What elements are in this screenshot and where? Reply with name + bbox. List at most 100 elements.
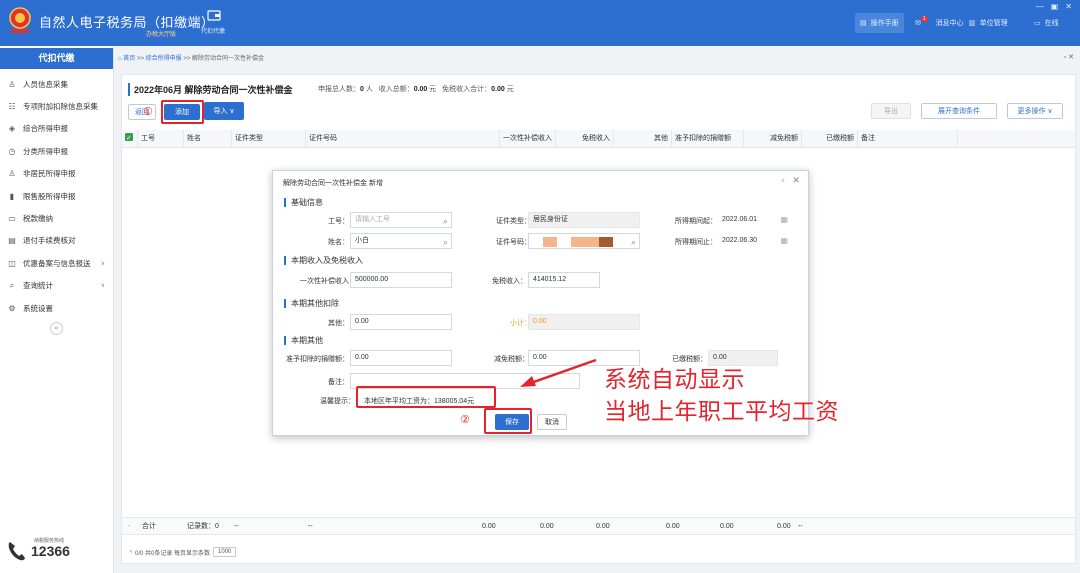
page-size-input[interactable]: 1000 bbox=[213, 547, 237, 557]
chevron-down-icon: ∨ bbox=[1047, 108, 1053, 115]
online-icon: ▭ bbox=[1034, 20, 1041, 27]
breadcrumb-home[interactable]: 首页 bbox=[123, 56, 135, 62]
table-header: 工号 姓名 证件类型 证件号码 一次性补偿收入 免税收入 其他 准予扣除的捐赠额… bbox=[122, 130, 1075, 148]
col-emp-no[interactable]: 工号 bbox=[138, 130, 184, 148]
maximize-button[interactable]: ▣ bbox=[1051, 2, 1059, 11]
other-input[interactable]: 0.00 bbox=[350, 314, 452, 330]
sidebar-item-comprehensive[interactable]: ◈ 综合所得申报 bbox=[0, 118, 113, 140]
sidebar-item-label: 税款缴纳 bbox=[23, 214, 53, 224]
subtotal-label: 小计： bbox=[510, 320, 531, 327]
close-button[interactable]: ✕ bbox=[1065, 2, 1072, 11]
sidebar-item-restricted-stock[interactable]: ▮ 限售股所得申报 bbox=[0, 185, 113, 207]
sidebar-item-person-info[interactable]: ♙ 人员信息采集 bbox=[0, 73, 113, 95]
period-start-value: 2022.06.01 bbox=[722, 216, 758, 223]
hotline-caption: 纳税服务热线 bbox=[34, 538, 65, 544]
sidebar-item-settings[interactable]: ⚙ 系统设置 bbox=[0, 297, 113, 319]
name-input[interactable]: 小白 ⌕ bbox=[350, 233, 452, 249]
period-start-label: 所得期间起： bbox=[675, 218, 717, 225]
withholding-toolbar-button[interactable]: 代扣代缴 bbox=[201, 8, 227, 44]
sidebar-item-special-deduction[interactable]: ☷ 专项附加扣除信息采集 bbox=[0, 95, 113, 117]
person-icon: ♙ bbox=[8, 79, 16, 89]
cancel-button[interactable]: 取消 bbox=[537, 414, 567, 430]
manual-button[interactable]: ▤ 操作手册 bbox=[855, 13, 904, 33]
section-other: 本期其他 bbox=[284, 336, 323, 345]
summary-unit: 元 bbox=[429, 86, 437, 93]
col-taxfree[interactable]: 免税收入 bbox=[556, 130, 614, 148]
sidebar-item-preferential[interactable]: ◫ 优惠备案与信息报送 ∨ bbox=[0, 252, 113, 274]
more-actions-button[interactable]: 更多操作 ∨ bbox=[1007, 103, 1063, 119]
page-title: 2022年06月 解除劳动合同一次性补偿金 bbox=[128, 83, 293, 96]
sidebar-collapse-button[interactable]: « bbox=[50, 322, 63, 336]
more-label: 更多操作 bbox=[1017, 108, 1046, 115]
col-severance[interactable]: 一次性补偿收入 bbox=[500, 130, 556, 148]
import-button[interactable]: 导入 ∨ bbox=[204, 102, 244, 120]
hotline: 纳税服务热线 12366 bbox=[6, 538, 70, 563]
col-donation[interactable]: 准予扣除的捐赠额 bbox=[672, 130, 744, 148]
home-icon: ⌂ bbox=[118, 56, 122, 62]
emp-no-input[interactable]: 请输入工号 ⌕ bbox=[350, 212, 452, 228]
step-one-marker: ① bbox=[143, 106, 153, 118]
expand-query-button[interactable]: 展开查询条件 bbox=[921, 103, 997, 119]
user-icon: ♙ bbox=[8, 169, 16, 179]
title-bar: 自然人电子税务局（扣缴端） 办税大厅版 代扣代缴 ▤ 操作手册 ✉ 1 消息中心 … bbox=[0, 0, 1080, 46]
severance-input[interactable]: 500000.00 bbox=[350, 272, 452, 288]
search-icon[interactable]: ⌕ bbox=[443, 214, 448, 228]
unit-management-button[interactable]: ▥ 单位管理 bbox=[969, 13, 1008, 33]
app-title: 自然人电子税务局（扣缴端） bbox=[39, 15, 215, 30]
search-icon[interactable]: ⌕ bbox=[631, 235, 636, 249]
footer-sum-paid: 0.00 bbox=[777, 523, 791, 530]
list-icon: ☷ bbox=[8, 102, 16, 112]
sidebar-item-refund-fee[interactable]: ▤ 退付手续费核对 bbox=[0, 230, 113, 252]
col-name[interactable]: 姓名 bbox=[184, 130, 232, 148]
col-reduction[interactable]: 减免税额 bbox=[744, 130, 802, 148]
section-basic-info: 基础信息 bbox=[284, 198, 323, 207]
donation-input[interactable]: 0.00 bbox=[350, 350, 452, 366]
sidebar-item-classified[interactable]: ◷ 分类所得申报 bbox=[0, 140, 113, 162]
sidebar-item-label: 综合所得申报 bbox=[23, 124, 68, 134]
footer-sum-other: 0.00 bbox=[596, 523, 610, 530]
col-remark[interactable]: 备注 bbox=[858, 130, 958, 148]
building-icon: ▥ bbox=[969, 20, 976, 27]
taxfree-input[interactable]: 414015.12 bbox=[528, 272, 600, 288]
donation-label: 准予扣除的捐赠额： bbox=[286, 356, 349, 363]
dialog-close-icon[interactable]: ✕ bbox=[792, 175, 800, 186]
breadcrumb: ⌂ 首页 >> 综合所得申报 >> 解除劳动合同一次性补偿金 bbox=[118, 53, 264, 62]
section-other-deduction: 本期其他扣除 bbox=[284, 299, 339, 308]
tip-highlight-box bbox=[356, 386, 496, 408]
sidebar-item-query[interactable]: ⌕ 查询统计 ∨ bbox=[0, 275, 113, 297]
summary-label: 免税收入合计： bbox=[442, 86, 492, 93]
footer-sum-donation: 0.00 bbox=[666, 523, 680, 530]
manual-icon: ▤ bbox=[860, 20, 867, 27]
calendar-icon: ▦ bbox=[780, 215, 788, 224]
online-status[interactable]: ▭ 在线 bbox=[1034, 13, 1059, 33]
col-paid[interactable]: 已缴税额 bbox=[802, 130, 858, 148]
add-highlight-box bbox=[161, 100, 204, 124]
search-icon[interactable]: ⌕ bbox=[443, 235, 448, 249]
app-subtitle: 办税大厅版 bbox=[146, 32, 177, 38]
tab-close-icon[interactable]: ▫ ✕ bbox=[1064, 53, 1074, 61]
message-center-button[interactable]: ✉ 1 消息中心 bbox=[915, 13, 964, 33]
col-id-type[interactable]: 证件类型 bbox=[232, 130, 306, 148]
select-all-checkbox[interactable] bbox=[122, 130, 138, 148]
breadcrumb-comprehensive[interactable]: 综合所得申报 bbox=[146, 56, 182, 62]
col-other[interactable]: 其他 bbox=[614, 130, 672, 148]
bar-chart-icon: ▮ bbox=[9, 191, 15, 201]
footer-sum-reduction: 0.00 bbox=[720, 523, 734, 530]
export-button[interactable]: 导出 bbox=[871, 103, 911, 119]
sidebar-item-nonresident[interactable]: ♙ 非居民所得申报 bbox=[0, 163, 113, 185]
taxfree-label: 免税收入： bbox=[492, 278, 527, 285]
pager-prev-icon[interactable]: ‹ bbox=[130, 549, 132, 555]
footer-sum-taxfree: 0.00 bbox=[540, 523, 554, 530]
id-type-field[interactable]: 居民身份证 bbox=[528, 212, 640, 228]
period-end-field[interactable]: 2022.06.30 ▦ bbox=[717, 233, 793, 249]
minimize-button[interactable]: — bbox=[1036, 2, 1044, 11]
dialog-maximize-icon[interactable]: ▫ bbox=[781, 175, 784, 186]
sidebar-item-tax-payment[interactable]: ▭ 税款缴纳 bbox=[0, 207, 113, 229]
footer-total-label: 合计 bbox=[142, 523, 156, 530]
emp-no-label: 工号： bbox=[328, 218, 349, 225]
doc-icon: ▤ bbox=[8, 236, 16, 246]
id-no-input[interactable]: ⌕ bbox=[528, 233, 640, 249]
annotation-line-2: 当地上年职工平均工资 bbox=[604, 398, 839, 424]
step-two-marker: ② bbox=[460, 414, 470, 426]
period-start-field[interactable]: 2022.06.01 ▦ bbox=[717, 212, 793, 228]
